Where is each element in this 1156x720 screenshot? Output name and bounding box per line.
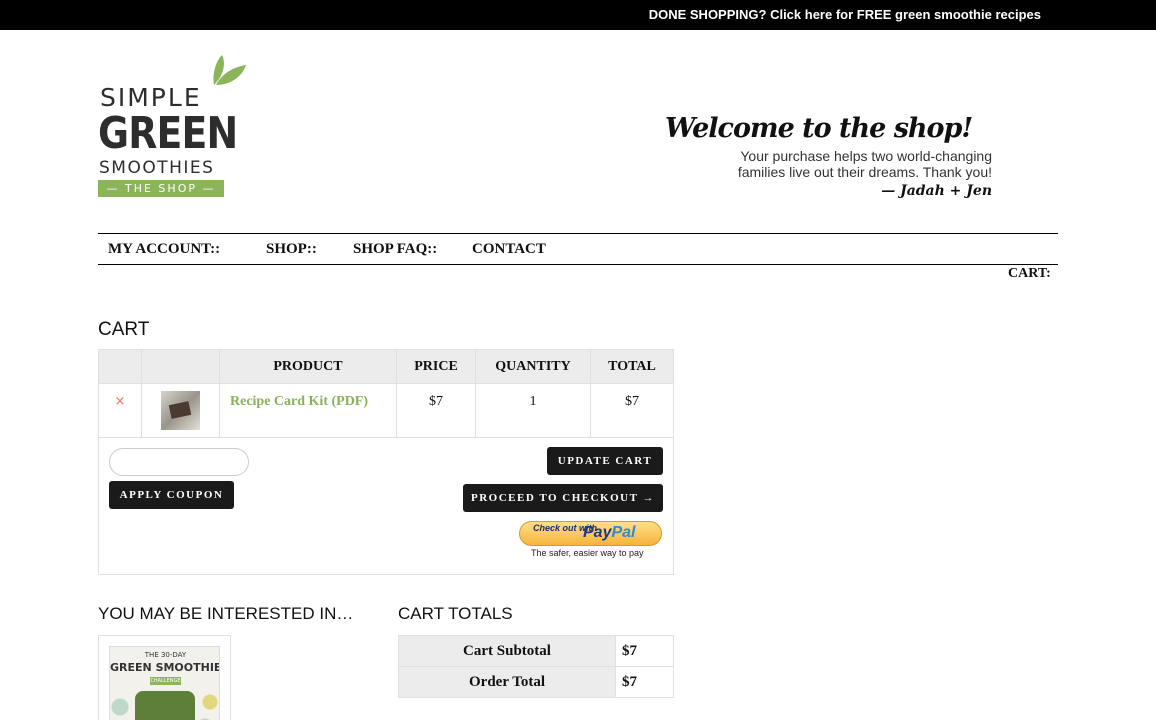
welcome-banner: Welcome to the shop! Your purchase helps…	[665, 113, 995, 203]
cart-totals-table: Cart Subtotal $7 Order Total $7	[398, 635, 674, 698]
welcome-signature: — Jadah + Jen	[881, 183, 992, 199]
table-row: Cart Subtotal $7	[398, 635, 674, 667]
product-thumbnail[interactable]	[161, 391, 200, 430]
col-quantity: QUANTITY	[475, 349, 591, 384]
leaf-icon	[213, 55, 246, 85]
welcome-title: Welcome to the shop!	[665, 113, 973, 144]
product-name-link[interactable]: Recipe Card Kit (PDF)	[219, 383, 397, 438]
subtotal-label: Cart Subtotal	[398, 635, 616, 667]
welcome-line-2: families live out their dreams. Thank yo…	[737, 164, 992, 180]
top-banner: DONE SHOPPING? Click here for FREE green…	[0, 0, 1156, 30]
proceed-to-checkout-button[interactable]: PROCEED TO CHECKOUT →	[463, 484, 663, 512]
logo-word-the-shop: — THE SHOP —	[98, 180, 224, 197]
welcome-line-1: Your purchase helps two world-changing	[740, 148, 992, 164]
nav-item-contact[interactable]: CONTACT	[472, 241, 546, 258]
table-row: × Recipe Card Kit (PDF) $7 1 $7	[98, 383, 674, 438]
cart-header-row: PRODUCT PRICE QUANTITY TOTAL	[98, 349, 674, 384]
nav-cart-link[interactable]: CART:	[1008, 266, 1051, 282]
paypal-logo: PayPal	[583, 524, 636, 541]
item-price: $7	[396, 383, 476, 438]
col-product: PRODUCT	[219, 349, 397, 384]
order-total-value: $7	[615, 666, 674, 698]
site-logo[interactable]: SIMPLE GREEN SMOOTHIES — THE SHOP —	[98, 55, 248, 200]
interested-heading: YOU MAY BE INTERESTED IN…	[98, 604, 354, 623]
free-recipes-link[interactable]: DONE SHOPPING? Click here for FREE green…	[649, 7, 1041, 22]
item-quantity[interactable]: 1	[475, 383, 591, 438]
logo-word-green: GREEN	[98, 108, 238, 159]
logo-word-smoothies: SMOOTHIES	[99, 158, 215, 178]
nav-item-my-account[interactable]: MY ACCOUNT::	[108, 241, 220, 258]
nav-item-shop-faq[interactable]: SHOP FAQ::	[353, 241, 437, 258]
suggested-product-image[interactable]: THE 30-DAY GREEN SMOOTHIE CHALLENGE	[109, 646, 220, 720]
coupon-code-input[interactable]	[109, 448, 249, 476]
order-total-label: Order Total	[398, 666, 616, 698]
subtotal-value: $7	[615, 635, 674, 667]
paypal-tagline: The safer, easier way to pay	[531, 548, 644, 558]
apply-coupon-button[interactable]: APPLY COUPON	[109, 481, 234, 509]
cart-table: PRODUCT PRICE QUANTITY TOTAL × Recipe Ca…	[98, 349, 674, 438]
paypal-checkout-button[interactable]: Check out with PayPal The safer, easier …	[519, 521, 662, 559]
nav-item-shop[interactable]: SHOP::	[266, 241, 317, 258]
smoothie-jar-image	[135, 691, 195, 720]
item-total: $7	[590, 383, 674, 438]
col-remove	[98, 349, 142, 384]
main-nav: MY ACCOUNT:: SHOP:: SHOP FAQ:: CONTACT	[98, 233, 1058, 265]
col-total: TOTAL	[590, 349, 674, 384]
col-price: PRICE	[396, 349, 476, 384]
cart-actions: APPLY COUPON UPDATE CART PROCEED TO CHEC…	[98, 437, 674, 575]
cart-totals-heading: CART TOTALS	[398, 604, 513, 623]
promo-line-1: THE 30-DAY	[144, 651, 187, 659]
update-cart-button[interactable]: UPDATE CART	[547, 447, 663, 475]
promo-line-2: GREEN SMOOTHIE	[110, 661, 220, 674]
remove-item-icon[interactable]: ×	[115, 394, 126, 409]
cart-heading: CART	[98, 319, 150, 340]
col-thumbnail	[141, 349, 220, 384]
promo-line-3: CHALLENGE	[150, 677, 181, 685]
table-row: Order Total $7	[398, 666, 674, 698]
suggested-product-card[interactable]: THE 30-DAY GREEN SMOOTHIE CHALLENGE	[98, 635, 231, 720]
